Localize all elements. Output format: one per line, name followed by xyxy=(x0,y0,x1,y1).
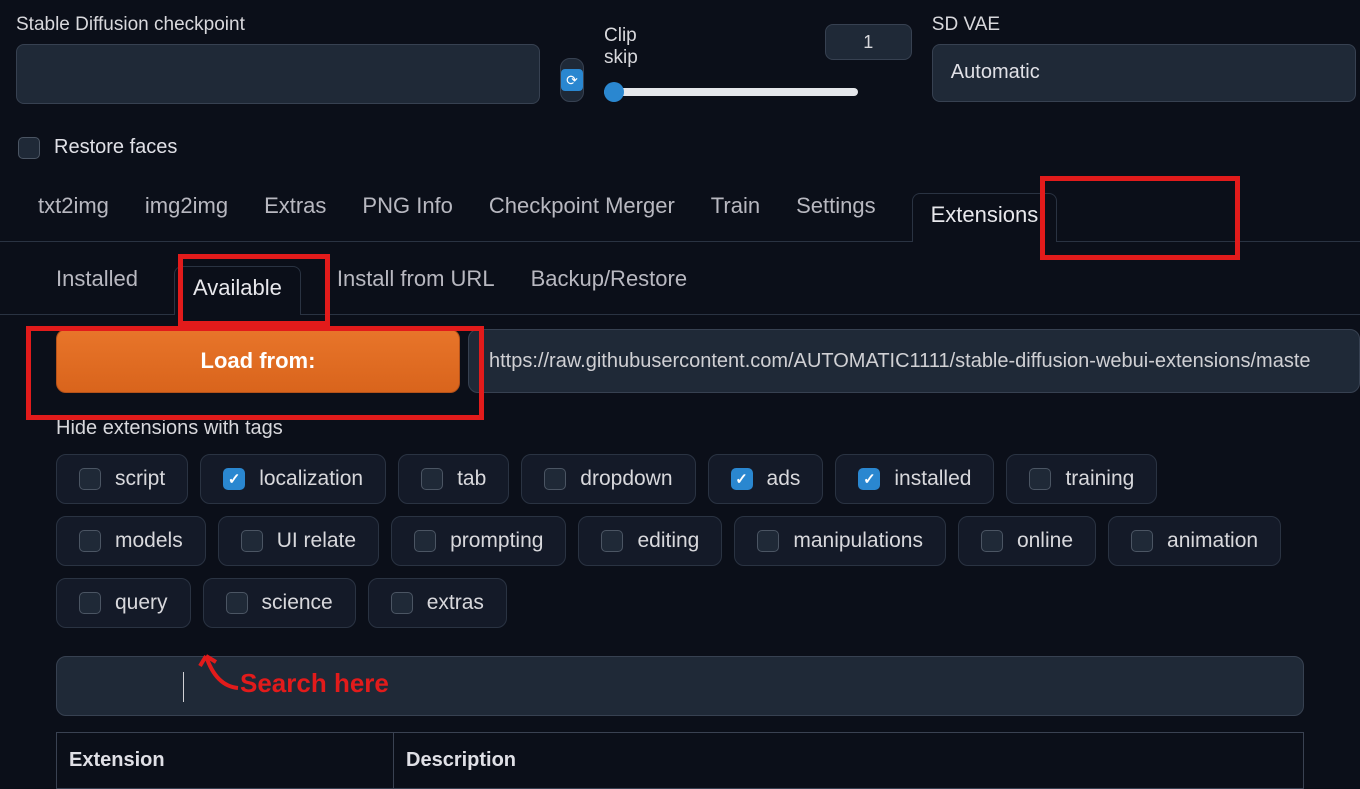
tab-train[interactable]: Train xyxy=(711,193,760,241)
tag-UI-relate[interactable]: UI relate xyxy=(218,516,379,566)
tab-img2img[interactable]: img2img xyxy=(145,193,228,241)
vae-label: SD VAE xyxy=(932,14,1356,36)
tag-science[interactable]: science xyxy=(203,578,356,628)
tag-checkbox[interactable] xyxy=(414,530,436,552)
hide-tags-label: Hide extensions with tags xyxy=(0,407,1360,450)
tag-checkbox[interactable] xyxy=(223,468,245,490)
main-tabs: txt2img img2img Extras PNG Info Checkpoint M… xyxy=(0,169,1360,242)
tab-extras[interactable]: Extras xyxy=(264,193,326,241)
tag-label: training xyxy=(1065,467,1134,491)
tag-label: installed xyxy=(894,467,971,491)
tag-checkbox[interactable] xyxy=(1131,530,1153,552)
tab-checkpoint-merger[interactable]: Checkpoint Merger xyxy=(489,193,675,241)
tag-animation[interactable]: animation xyxy=(1108,516,1281,566)
restore-faces-checkbox[interactable] xyxy=(18,137,40,159)
tag-checkbox[interactable] xyxy=(858,468,880,490)
tag-query[interactable]: query xyxy=(56,578,191,628)
tag-label: animation xyxy=(1167,529,1258,553)
clip-skip-slider[interactable] xyxy=(604,88,858,96)
tag-label: online xyxy=(1017,529,1073,553)
tag-ads[interactable]: ads xyxy=(708,454,824,504)
tag-checkbox[interactable] xyxy=(79,592,101,614)
tag-label: prompting xyxy=(450,529,543,553)
tag-online[interactable]: online xyxy=(958,516,1096,566)
tag-checkbox[interactable] xyxy=(226,592,248,614)
restore-faces-label: Restore faces xyxy=(54,136,177,159)
tab-txt2img[interactable]: txt2img xyxy=(38,193,109,241)
clip-skip-value[interactable]: 1 xyxy=(825,24,912,60)
load-from-button[interactable]: Load from: xyxy=(56,329,460,393)
tag-label: UI relate xyxy=(277,529,356,553)
checkpoint-label: Stable Diffusion checkpoint xyxy=(16,14,540,36)
tag-dropdown[interactable]: dropdown xyxy=(521,454,695,504)
tab-png-info[interactable]: PNG Info xyxy=(362,193,452,241)
tag-script[interactable]: script xyxy=(56,454,188,504)
tag-checkbox[interactable] xyxy=(544,468,566,490)
column-extension: Extension xyxy=(56,733,394,789)
tab-settings[interactable]: Settings xyxy=(796,193,876,241)
tag-checkbox[interactable] xyxy=(1029,468,1051,490)
tag-checkbox[interactable] xyxy=(79,530,101,552)
subtab-installed[interactable]: Installed xyxy=(56,266,138,314)
tag-checkbox[interactable] xyxy=(241,530,263,552)
tag-models[interactable]: models xyxy=(56,516,206,566)
tag-label: manipulations xyxy=(793,529,923,553)
tag-checkbox[interactable] xyxy=(981,530,1003,552)
subtab-backup/restore[interactable]: Backup/Restore xyxy=(531,266,688,314)
extensions-table-header: Extension Description xyxy=(56,732,1304,789)
subtab-install-from-url[interactable]: Install from URL xyxy=(337,266,495,314)
tag-manipulations[interactable]: manipulations xyxy=(734,516,946,566)
tag-checkbox[interactable] xyxy=(421,468,443,490)
tag-checkbox[interactable] xyxy=(731,468,753,490)
tag-label: localization xyxy=(259,467,363,491)
tag-checkbox[interactable] xyxy=(79,468,101,490)
index-url-input[interactable]: https://raw.githubusercontent.com/AUTOMA… xyxy=(468,329,1360,393)
clip-skip-label: Clip skip xyxy=(604,25,661,69)
tag-filter-group: script localization tab dropdown ads installe… xyxy=(0,450,1360,632)
tag-checkbox[interactable] xyxy=(391,592,413,614)
tag-localization[interactable]: localization xyxy=(200,454,386,504)
refresh-icon: ⟳ xyxy=(561,69,583,91)
tag-checkbox[interactable] xyxy=(601,530,623,552)
search-input[interactable] xyxy=(56,656,1304,716)
text-cursor-icon xyxy=(183,672,184,702)
subtab-available[interactable]: Available xyxy=(174,266,301,315)
tag-label: extras xyxy=(427,591,484,615)
tag-training[interactable]: training xyxy=(1006,454,1157,504)
tag-installed[interactable]: installed xyxy=(835,454,994,504)
tag-checkbox[interactable] xyxy=(757,530,779,552)
tag-label: ads xyxy=(767,467,801,491)
tag-label: editing xyxy=(637,529,699,553)
slider-thumb[interactable] xyxy=(604,82,624,102)
refresh-button[interactable]: ⟳ xyxy=(560,58,584,102)
tag-label: science xyxy=(262,591,333,615)
tab-extensions[interactable]: Extensions xyxy=(912,193,1058,242)
tag-prompting[interactable]: prompting xyxy=(391,516,566,566)
sub-tabs: Installed Available Install from URL Backup… xyxy=(0,242,1360,315)
tag-label: models xyxy=(115,529,183,553)
tag-editing[interactable]: editing xyxy=(578,516,722,566)
tag-label: script xyxy=(115,467,165,491)
vae-dropdown[interactable]: Automatic xyxy=(932,44,1356,102)
tag-extras[interactable]: extras xyxy=(368,578,507,628)
tag-label: query xyxy=(115,591,168,615)
column-description: Description xyxy=(394,733,1304,789)
tag-label: tab xyxy=(457,467,486,491)
tag-label: dropdown xyxy=(580,467,672,491)
checkpoint-dropdown[interactable] xyxy=(16,44,540,104)
tag-tab[interactable]: tab xyxy=(398,454,509,504)
